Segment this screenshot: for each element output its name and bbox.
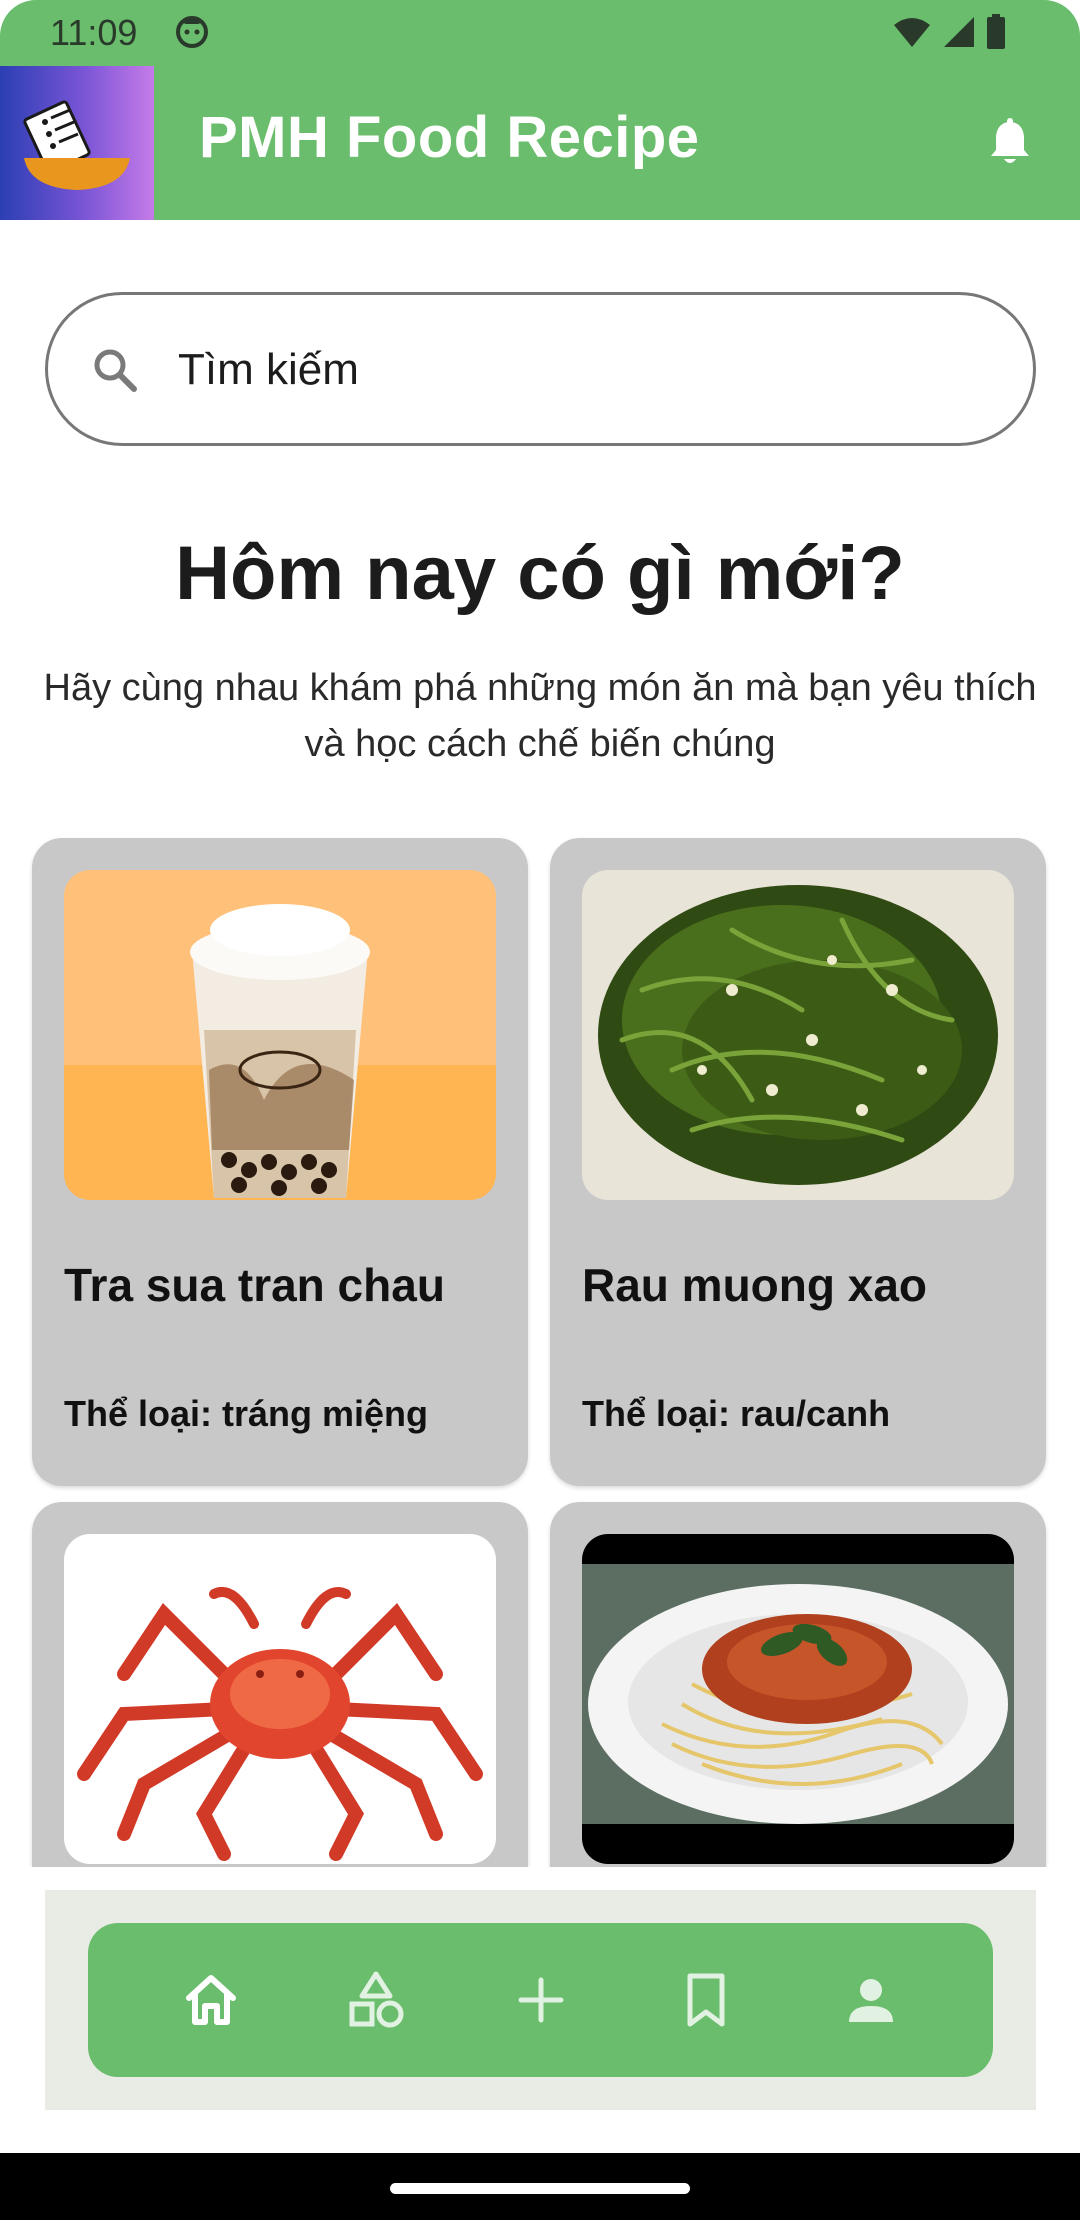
recipe-image-stir-fried-water-spinach: [582, 870, 1014, 1200]
home-icon: [185, 1975, 236, 2025]
status-time: 11:09: [50, 12, 138, 53]
recipe-image-spaghetti-bolognese: [582, 1534, 1014, 1864]
page-title: Hôm nay có gì mới?: [175, 531, 905, 616]
recipe-image-bubble-milk-tea: [64, 870, 496, 1200]
app-bar: PMH Food Recipe: [0, 66, 1080, 220]
recipe-bowl-logo: [0, 66, 154, 220]
recipe-category: Thể loại: tráng miệng: [64, 1393, 429, 1434]
recipe-title: Rau muong xao: [582, 1259, 928, 1311]
search-bar[interactable]: [45, 292, 1036, 446]
search-icon: [94, 349, 137, 392]
categories-icon: [349, 1971, 403, 2028]
status-bar: 11:09: [0, 0, 1080, 66]
profile-icon: [848, 1979, 893, 2022]
page-subtitle: Hãy cùng nhau khám phá những món ăn mà b…: [43, 667, 1037, 765]
recipe-card[interactable]: Rau muong xao Thể loại: rau/canh: [550, 838, 1046, 1486]
recipe-category: Thể loại: rau/canh: [582, 1393, 891, 1434]
bell-icon[interactable]: [984, 116, 1036, 168]
system-nav-bar: [0, 2153, 1080, 2220]
recipe-title: Tra sua tran chau: [64, 1259, 445, 1311]
nav-add[interactable]: [496, 1955, 586, 2045]
signal-icon: [944, 17, 974, 47]
nav-categories[interactable]: [331, 1955, 421, 2045]
home-gesture-pill[interactable]: [390, 2183, 690, 2194]
battery-icon: [987, 14, 1005, 49]
recipe-card[interactable]: Tra sua tran chau Thể loại: tráng miệng: [32, 838, 528, 1486]
nav-profile[interactable]: [826, 1955, 916, 2045]
wifi-icon: [894, 18, 930, 47]
recipe-image-king-crab: [64, 1534, 496, 1864]
status-icons: [892, 14, 1006, 50]
nav-home[interactable]: [166, 1955, 256, 2045]
face-icon: [176, 16, 208, 48]
search-input[interactable]: [178, 337, 958, 403]
nav-bookmarks[interactable]: [661, 1955, 751, 2045]
app-title: PMH Food Recipe: [199, 105, 700, 170]
bottom-nav: [88, 1923, 993, 2077]
add-icon: [518, 1977, 563, 2023]
recipe-card[interactable]: [32, 1502, 528, 1867]
recipe-grid[interactable]: Tra sua tran chau Thể loại: tráng miệng: [0, 830, 1080, 1867]
recipe-card[interactable]: [550, 1502, 1046, 1867]
bottom-nav-container: [45, 1890, 1036, 2110]
bookmark-icon: [687, 1973, 724, 2027]
